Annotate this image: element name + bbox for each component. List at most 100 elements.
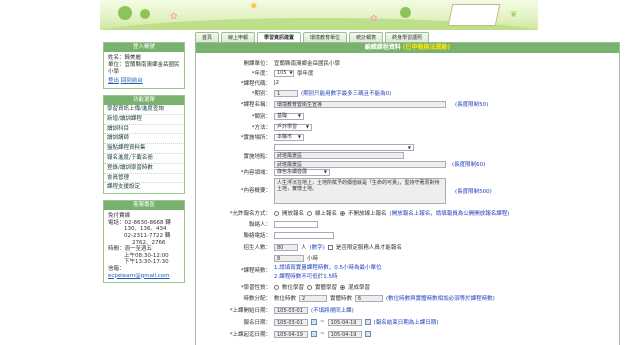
end-date-label: *上課起迄日期：: [229, 332, 271, 338]
alloc-label: 時數分配：: [243, 296, 271, 302]
login-panel: 登入帳號 姓名：韓美麗 單位：宜蘭縣南澳鄉金岳國民小學 登出 回到前台: [103, 42, 185, 89]
period-label: *期別：: [251, 91, 271, 97]
reg-date-label: 報名日期：: [243, 320, 271, 326]
calendar-icon[interactable]: [364, 319, 371, 325]
tab-statistics[interactable]: 統計報表: [349, 32, 384, 42]
form-blended-radio[interactable]: [340, 284, 346, 290]
place-detail-input[interactable]: 武塔風景區: [274, 160, 446, 168]
tab-learning-info[interactable]: 學習資訊建置: [257, 32, 302, 42]
email-link[interactable]: ecpelearn@gmail.com: [108, 273, 170, 279]
menu-header: 功能選單: [104, 96, 184, 105]
menu-item-lecturers[interactable]: 讀訓講師: [104, 134, 184, 145]
calendar-icon[interactable]: [311, 319, 317, 325]
contact-label: 聯絡人：: [248, 222, 271, 228]
reg-note: (報名結束日期為上課日期): [373, 320, 439, 326]
reg-to-input[interactable]: 105-04-19: [327, 318, 362, 326]
period-input[interactable]: 1: [274, 89, 298, 97]
tab-env-edu-unit[interactable]: 環境教育單位: [303, 32, 348, 42]
phone-input[interactable]: [274, 231, 334, 239]
hours-note-1: 1.請填寫實量課程時數，0.5小時為最小單位: [274, 265, 382, 271]
category-label: *類別：: [251, 114, 271, 120]
support-line: 02-2311-7722 轉: [124, 232, 171, 239]
capacity-check-label: 是否限定服務人員才能報名: [335, 245, 402, 251]
end-to-input[interactable]: 105-04-19: [327, 330, 362, 338]
place-limit: (長度限制60): [452, 162, 486, 168]
signup-open-radio[interactable]: [274, 210, 279, 216]
calendar-icon[interactable]: [311, 331, 317, 337]
summary-textarea[interactable]: 人生浮沉在地上，土地所賦予的價值就是「生命的可貴」，堅持守著原對待土地，實懷土地…: [274, 178, 446, 204]
tab-home[interactable]: 首頁: [195, 32, 220, 42]
form-physical-radio[interactable]: [307, 284, 313, 290]
place-input[interactable]: 武塔風景區: [274, 152, 404, 159]
reg-from-input[interactable]: 105-03-01: [274, 318, 308, 326]
support-header: 客服專區: [104, 201, 184, 211]
tab-online-report[interactable]: 線上申報: [221, 32, 256, 42]
course-name-label: *課程名稱：: [240, 102, 271, 108]
menu-item-support-settings[interactable]: 課程支援設定: [104, 183, 184, 193]
tree-graphic: [140, 9, 150, 19]
menu-item-members[interactable]: 會員管理: [104, 174, 184, 184]
menu-item-new-course[interactable]: 新增/讀訓課程: [104, 115, 184, 125]
alloc-note: (數位時數與實體時數相加必須等於課程時數): [386, 296, 495, 302]
left-sidebar: 登入帳號 姓名：韓美麗 單位：宜蘭縣南澳鄉金岳國民小學 登出 回到前台 功能選單…: [103, 42, 185, 289]
signup-closed-radio[interactable]: [340, 210, 346, 216]
place-type-select[interactable]: 本縣市 ▼: [274, 133, 304, 141]
hours-unit: 小時: [307, 256, 319, 262]
menu-item-signup-roster[interactable]: 報名進度/下載名冊: [104, 154, 184, 164]
signup-online-label: 線上報名: [315, 211, 338, 217]
leaf-icon: ❦: [510, 10, 518, 20]
site-banner: ✿ ✹ ✿ ❦: [100, 0, 538, 30]
signup-online-radio[interactable]: [307, 210, 313, 216]
form-blended-label: 混成學習: [348, 285, 371, 291]
capacity-hint: (數字): [309, 245, 325, 251]
locked-notice: (已申報無法異動): [402, 44, 451, 51]
support-line: 下午13:30-17:30: [124, 259, 169, 266]
digital-hours-input[interactable]: 2: [299, 294, 328, 302]
user-name: 韓美麗: [124, 55, 142, 61]
capacity-label: 招生人數：: [243, 245, 271, 251]
tab-passport[interactable]: 終身學習護照: [385, 32, 430, 42]
method-label: *方法：: [251, 125, 271, 131]
category-select[interactable]: 基礎 ▼: [274, 112, 304, 120]
form-digital-radio[interactable]: [274, 284, 279, 290]
menu-item-datasets[interactable]: 盤點課程資料集: [104, 144, 184, 154]
course-name-input[interactable]: 環境教育暨衛生宣導: [274, 100, 446, 108]
physical-hours-label: 實體時數: [330, 296, 353, 302]
panel-title-text: 編輯課程資料: [364, 44, 401, 51]
place-select[interactable]: ▼: [274, 144, 414, 151]
capacity-checkbox[interactable]: [327, 244, 333, 250]
form-label: *學習性質：: [240, 285, 271, 291]
menu-item-hours[interactable]: 登錄/讀訓學習時數: [104, 164, 184, 174]
start-date-input[interactable]: 105-03-01: [274, 306, 308, 314]
place-type-label: *實施場所：: [240, 135, 271, 141]
book-graphic: [447, 4, 501, 26]
physical-hours-input[interactable]: 6: [355, 294, 384, 302]
domain-select[interactable]: 綠色永續發展 ▼: [274, 168, 330, 176]
method-select[interactable]: 戶外學習 ▼: [274, 123, 312, 131]
capacity-input[interactable]: 80: [274, 243, 298, 251]
contact-input[interactable]: [274, 220, 318, 228]
signup-label: *允許報名方式：: [229, 211, 271, 217]
support-panel: 客服專區 免付費線 電話：02-8630-8668 轉 130、136、434 …: [103, 200, 185, 284]
front-link[interactable]: 回到前台: [121, 78, 143, 84]
calendar-icon[interactable]: [364, 331, 371, 337]
tree-graphic: [400, 7, 411, 18]
menu-item-subjects[interactable]: 讀訓科目: [104, 125, 184, 135]
menu-item-upload-progress[interactable]: 學習資訊上傳/進度查詢: [104, 105, 184, 115]
login-panel-header: 登入帳號: [104, 43, 184, 52]
start-date-note: (不填將視同上課): [311, 308, 354, 314]
signup-note: (開放報名上報名，請填報員為公開開放報名課程): [389, 211, 510, 217]
code-label: *課程代碼：: [240, 81, 271, 87]
form-physical-label: 實體學習: [315, 285, 338, 291]
end-from-input[interactable]: 105-04-19: [274, 330, 308, 338]
support-line: 130、136、434: [124, 226, 167, 233]
hours-note-2: 2.課程時數不可低於1.5時: [274, 274, 338, 280]
course-edit-panel: 編輯課程資料 (已申報無法異動) 開課單位： 宜蘭縣南澳鄉金岳國民小學 *年度：…: [195, 42, 620, 345]
unit-value: 宜蘭縣南澳鄉金岳國民小學: [274, 61, 341, 67]
phone-label: 聯絡電話：: [243, 233, 271, 239]
year-select[interactable]: 105 ▼: [274, 69, 294, 77]
place-label: 實施地點：: [243, 154, 271, 160]
logout-link[interactable]: 登出: [108, 78, 119, 84]
form-digital-label: 數位學習: [282, 285, 305, 291]
hours-input[interactable]: 8: [274, 254, 304, 262]
